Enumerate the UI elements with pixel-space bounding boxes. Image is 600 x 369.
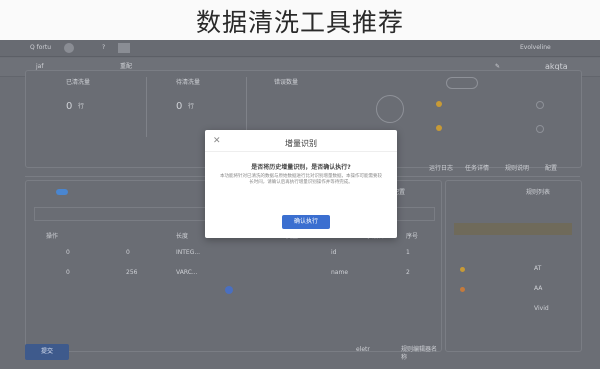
sidebar-dot: [460, 287, 465, 292]
sidebar-item-aa[interactable]: AA: [534, 285, 542, 293]
divider: [146, 77, 147, 137]
modal-divider: [205, 151, 397, 152]
stat-label-3: 错误数量: [274, 79, 299, 86]
tab-1[interactable]: 规则说明: [505, 165, 529, 173]
progress-ring: [376, 95, 404, 123]
close-icon[interactable]: ✕: [213, 136, 221, 146]
confirm-modal: 增量识别 ✕ 是否将历史增量识别，是否确认执行? 本功能将针对已清洗的数据与原始…: [205, 130, 397, 238]
app-name[interactable]: Q fortu: [30, 44, 51, 52]
modal-body: 本功能将针对已清洗的数据与原始数据进行比对识别增量数据，本操作可能需要较长时间，…: [220, 174, 382, 185]
headline: 数据清洗工具推荐: [195, 8, 404, 37]
sidebar-dot: [460, 267, 465, 272]
tab-0[interactable]: 配置: [545, 165, 557, 173]
tab-3[interactable]: 运行日志: [429, 165, 453, 173]
stat-unit-1: 行: [78, 103, 85, 110]
confirm-button[interactable]: 确认执行: [282, 215, 330, 229]
status-dot: [436, 125, 442, 131]
status-dot: [436, 101, 442, 107]
submit-button[interactable]: 提交: [25, 344, 69, 360]
sidebar-warning: [454, 223, 572, 235]
sidebar-title: 规则列表: [526, 189, 551, 196]
grid-icon[interactable]: [118, 43, 130, 53]
stat-unit-2: 行: [188, 103, 195, 110]
add-row-icon[interactable]: [225, 286, 233, 294]
col-3: 长度: [176, 233, 189, 240]
brand-label: Evolveline: [520, 44, 551, 51]
col-4: 操作: [46, 233, 59, 240]
sidebar: 规则列表 AT AA Vivid: [445, 180, 582, 352]
top-toolbar: Evolveline Q fortu ?: [0, 40, 600, 57]
footer-note-label: 规则编辑器名称: [401, 346, 438, 361]
modal-question: 是否将历史增量识别，是否确认执行?: [251, 164, 351, 171]
help-icon[interactable]: ?: [102, 44, 105, 52]
sidebar-item-at[interactable]: AT: [534, 265, 541, 273]
stat-label-1: 已清洗量: [66, 79, 91, 86]
stat-label-2: 待清洗量: [176, 79, 201, 86]
modal-title: 增量识别: [285, 139, 317, 148]
status-badge[interactable]: [446, 77, 478, 89]
radio-icon[interactable]: [536, 101, 544, 109]
tab-2[interactable]: 任务详情: [465, 165, 489, 173]
divider: [246, 77, 247, 137]
avatar[interactable]: [64, 43, 74, 53]
stat-value-2: 0: [176, 101, 183, 112]
footer-note-value: eletr: [356, 346, 370, 353]
radio-icon[interactable]: [536, 125, 544, 133]
stat-value-1: 0: [66, 101, 73, 112]
toggle-switch[interactable]: [56, 189, 68, 195]
sidebar-item-vivid[interactable]: Vivid: [534, 305, 549, 313]
col-0: 序号: [406, 233, 419, 240]
